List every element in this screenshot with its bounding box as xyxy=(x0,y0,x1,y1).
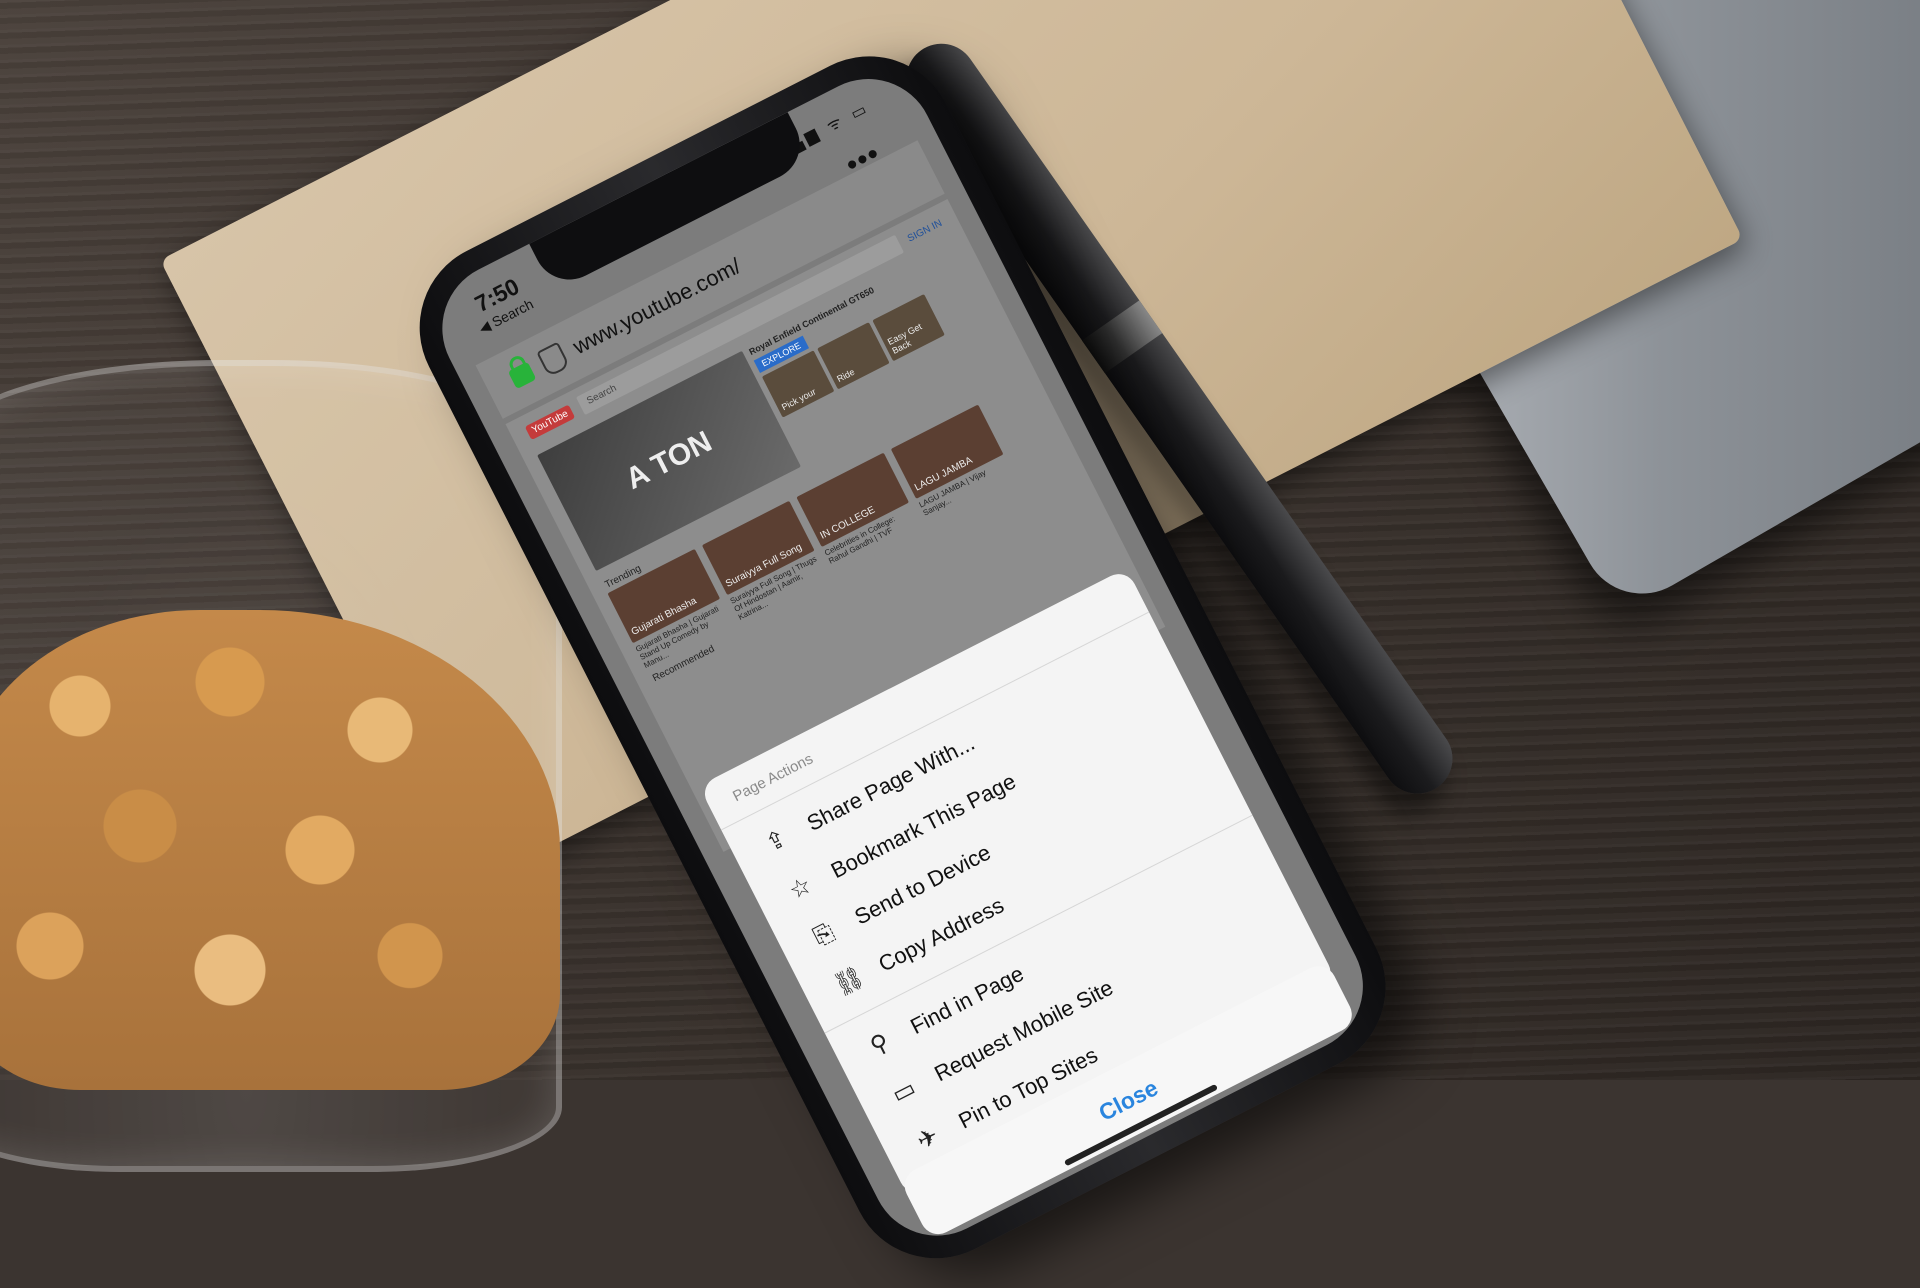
pin-icon: ✈ xyxy=(912,1122,944,1156)
shield-icon[interactable] xyxy=(536,341,571,378)
share-icon: ⇪ xyxy=(761,824,792,858)
lock-icon xyxy=(507,361,537,390)
sign-in-link[interactable]: SIGN IN xyxy=(906,217,944,244)
star-icon: ☆ xyxy=(784,871,817,906)
send-to-device-icon: ⎘ xyxy=(809,918,839,952)
laptop-icon: ▭ xyxy=(887,1074,921,1109)
search-icon: ⚲ xyxy=(865,1028,894,1061)
link-icon: ⛓ xyxy=(829,962,869,1001)
